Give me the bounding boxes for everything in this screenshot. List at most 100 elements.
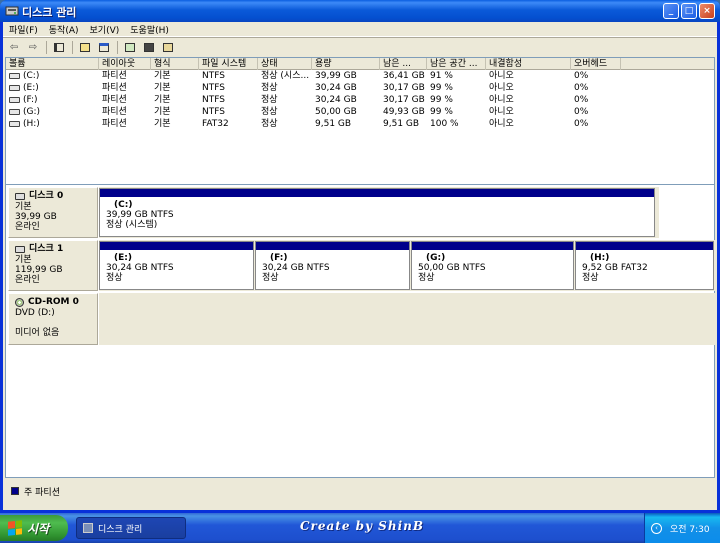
maximize-button[interactable]: □ (681, 3, 697, 19)
cell-layout: 파티션 (102, 83, 127, 93)
toolbar: ⇦ ⇨ (3, 37, 717, 56)
cell-overhead: 0% (574, 95, 589, 105)
partition-g[interactable]: (G:) 50,00 GB NTFS 정상 (411, 241, 574, 290)
disk-0-row[interactable]: 디스크 0 기본 39,99 GB 온라인 (C:) 39,99 GB NTFS… (8, 187, 685, 238)
cdrom-0-label[interactable]: CD-ROM 0 DVD (D:) 미디어 없음 (8, 293, 98, 345)
back-button[interactable]: ⇦ (6, 40, 22, 55)
column-layout[interactable]: 레이아웃 (99, 58, 151, 70)
windows-logo-icon (8, 520, 22, 536)
cell-status: 정상 (261, 83, 278, 93)
cell-layout: 파티션 (102, 107, 127, 117)
cell-percent-free: 99 % (430, 95, 453, 105)
cell-type: 기본 (154, 107, 171, 117)
settings-button[interactable] (160, 40, 176, 55)
cell-volume: (F:) (23, 95, 38, 105)
cell-status: 정상 (261, 119, 278, 129)
help-button[interactable] (96, 40, 112, 55)
forward-button[interactable]: ⇨ (25, 40, 41, 55)
column-status[interactable]: 상태 (258, 58, 312, 70)
window-title: 디스크 관리 (22, 6, 77, 19)
volume-drive-icon (9, 73, 20, 79)
disk-size: 119,99 GB (15, 265, 63, 275)
cell-fault-tolerance: 아니오 (489, 83, 514, 93)
volume-drive-icon (9, 97, 20, 103)
cell-type: 기본 (154, 71, 171, 81)
column-free-space[interactable]: 남은 ... (380, 58, 427, 70)
cell-filesystem: NTFS (202, 95, 225, 105)
partition-name: (C:) (114, 200, 133, 210)
disk-name: CD-ROM 0 (28, 297, 79, 307)
menu-action[interactable]: 동작(A) (49, 23, 79, 36)
table-row[interactable]: (G:) 파티션 기본 NTFS 정상 50,00 GB 49,93 GB 99… (6, 106, 714, 118)
volume-drive-icon (9, 109, 20, 115)
legend-swatch-primary (11, 487, 19, 495)
minimize-icon: _ (668, 5, 674, 16)
cell-percent-free: 100 % (430, 119, 459, 129)
column-capacity[interactable]: 용량 (312, 58, 380, 70)
legend: 주 파티션 (5, 487, 715, 498)
cell-free-space: 36,41 GB (383, 71, 425, 81)
primary-partition-bar (256, 242, 409, 250)
partition-info: 50,00 GB NTFS (418, 263, 486, 273)
cdrom-0-row[interactable]: CD-ROM 0 DVD (D:) 미디어 없음 (8, 293, 715, 469)
cell-filesystem: NTFS (202, 83, 225, 93)
table-row[interactable]: (C:) 파티션 기본 NTFS 정상 (시스... 39,99 GB 36,4… (6, 70, 714, 82)
taskbar-item-disk-management[interactable]: 디스크 관리 (76, 517, 186, 539)
partition-e[interactable]: (E:) 30,24 GB NTFS 정상 (99, 241, 254, 290)
disk-1-label[interactable]: 디스크 1 기본 119,99 GB 온라인 (8, 240, 98, 291)
task-label: 디스크 관리 (98, 524, 143, 535)
back-arrow-icon: ⇦ (9, 41, 19, 53)
title-bar[interactable]: 디스크 관리 _ □ × (0, 0, 720, 22)
disk-0-label[interactable]: 디스크 0 기본 39,99 GB 온라인 (8, 187, 98, 238)
table-row[interactable]: (E:) 파티션 기본 NTFS 정상 30,24 GB 30,17 GB 99… (6, 82, 714, 94)
cell-volume: (G:) (23, 107, 41, 117)
menu-file[interactable]: 파일(F) (9, 23, 38, 36)
forward-arrow-icon: ⇨ (28, 41, 38, 53)
refresh-button[interactable] (122, 40, 138, 55)
column-overhead[interactable]: 오버헤드 (571, 58, 621, 70)
close-button[interactable]: × (699, 3, 715, 19)
disk-1-row[interactable]: 디스크 1 기본 119,99 GB 온라인 (E:) 30,24 GB NTF… (8, 240, 715, 291)
cell-volume: (H:) (23, 119, 40, 129)
console-tree-icon (54, 42, 64, 52)
export-button[interactable] (141, 40, 157, 55)
partition-info: 9,52 GB FAT32 (582, 263, 648, 273)
taskbar-watermark-text: Create by ShinB (300, 519, 424, 533)
partition-body: (C:) 39,99 GB NTFS 정상 (시스템) (103, 199, 651, 234)
menu-help[interactable]: 도움말(H) (130, 23, 169, 36)
help-icon (99, 42, 109, 52)
cell-status: 정상 (261, 95, 278, 105)
table-row[interactable]: (H:) 파티션 기본 FAT32 정상 9,51 GB 9,51 GB 100… (6, 118, 714, 130)
partition-body: (E:) 30,24 GB NTFS 정상 (103, 252, 250, 287)
menu-view[interactable]: 보기(V) (90, 23, 120, 36)
cell-percent-free: 99 % (430, 83, 453, 93)
clock[interactable]: 오전 7:30 (670, 522, 710, 535)
column-type[interactable]: 형식 (151, 58, 199, 70)
tray-expand-icon[interactable]: ‹ (651, 522, 662, 534)
column-filesystem[interactable]: 파일 시스템 (199, 58, 258, 70)
partition-status: 정상 (시스템) (106, 220, 158, 230)
toolbar-separator (46, 40, 47, 54)
cell-type: 기본 (154, 83, 171, 93)
cell-overhead: 0% (574, 83, 589, 93)
column-fault-tolerance[interactable]: 내결함성 (486, 58, 571, 70)
partition-f[interactable]: (F:) 30,24 GB NTFS 정상 (255, 241, 410, 290)
column-percent-free[interactable]: 남은 공간 ... (427, 58, 486, 70)
cell-volume: (C:) (23, 71, 40, 81)
partition-c[interactable]: (C:) 39,99 GB NTFS 정상 (시스템) (99, 188, 655, 237)
disk-size: 39,99 GB (15, 212, 57, 222)
table-row[interactable]: (F:) 파티션 기본 NTFS 정상 30,24 GB 30,17 GB 99… (6, 94, 714, 106)
console-tree-button[interactable] (51, 40, 67, 55)
partition-h[interactable]: (H:) 9,52 GB FAT32 정상 (575, 241, 714, 290)
cell-layout: 파티션 (102, 71, 127, 81)
partition-name: (E:) (114, 253, 132, 263)
properties-button[interactable] (77, 40, 93, 55)
disk-0-partitions: (C:) 39,99 GB NTFS 정상 (시스템) (99, 187, 659, 238)
volume-drive-icon (9, 85, 20, 91)
start-button[interactable]: 시작 (0, 515, 68, 541)
column-volume[interactable]: 볼륨 (6, 58, 99, 70)
maximize-icon: □ (684, 5, 694, 16)
minimize-button[interactable]: _ (663, 3, 679, 19)
cell-capacity: 9,51 GB (315, 119, 352, 129)
disk-type: 기본 (15, 202, 32, 212)
